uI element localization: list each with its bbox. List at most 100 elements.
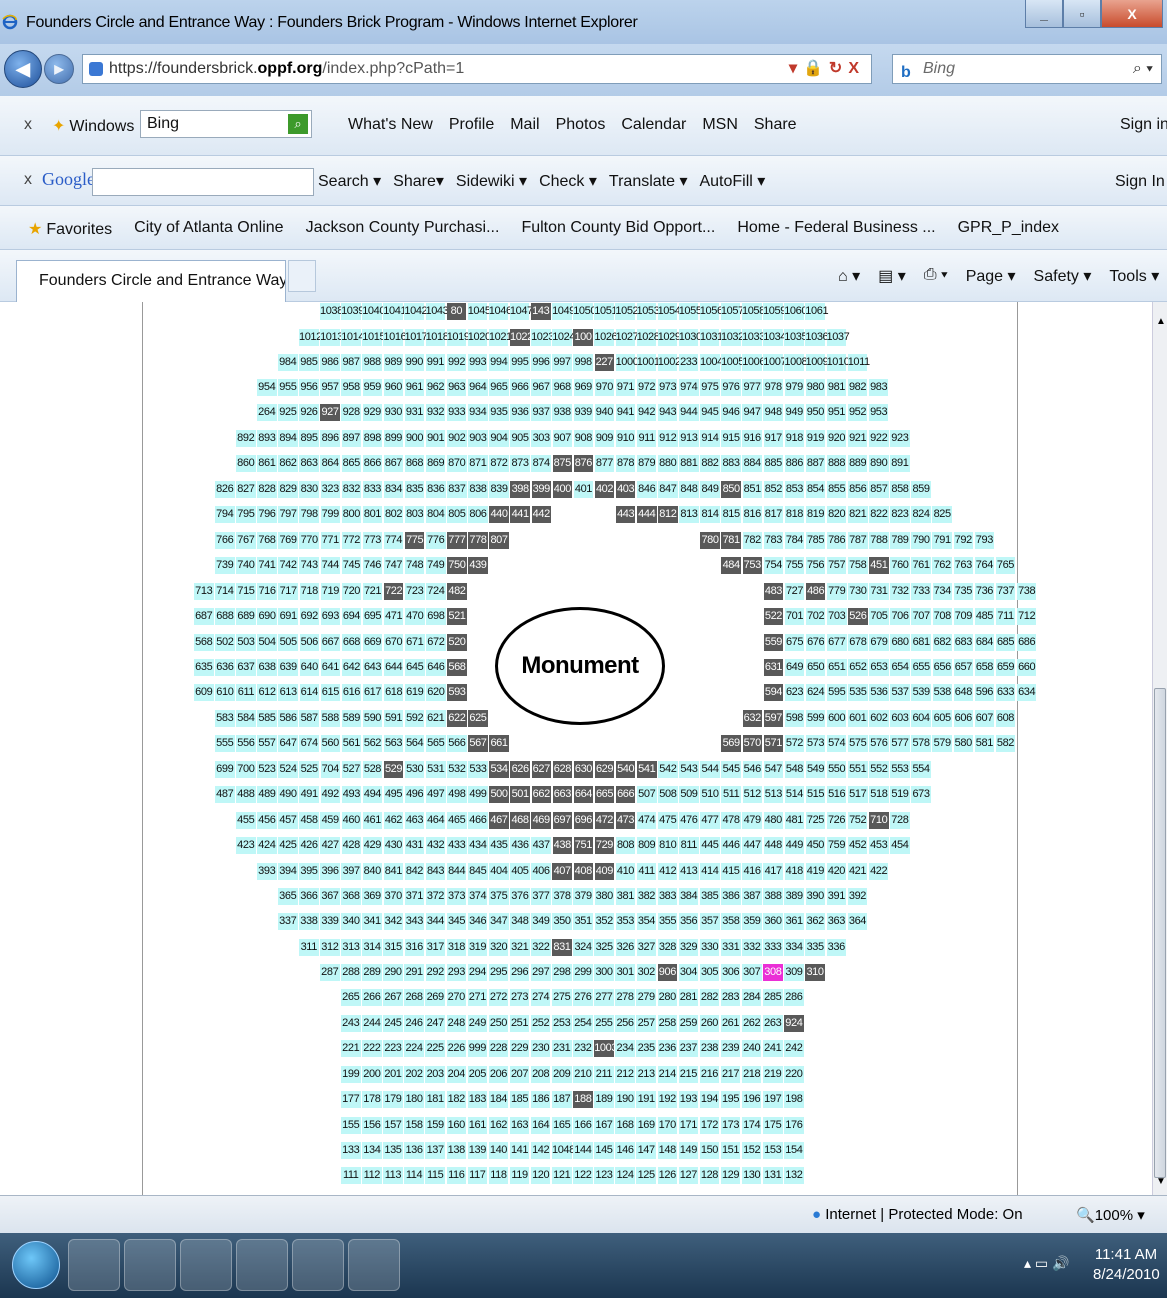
brick-560[interactable]: 560 bbox=[320, 735, 340, 752]
brick-217[interactable]: 217 bbox=[720, 1066, 741, 1083]
brick-314[interactable]: 314 bbox=[362, 939, 382, 956]
brick-283[interactable]: 283 bbox=[720, 989, 741, 1006]
brick-930[interactable]: 930 bbox=[383, 404, 404, 421]
home-icon[interactable]: ⌂ ▾ bbox=[838, 266, 860, 286]
brick-864[interactable]: 864 bbox=[320, 455, 340, 472]
brick-754[interactable]: 754 bbox=[763, 557, 784, 574]
brick-736[interactable]: 736 bbox=[974, 583, 995, 600]
brick-902[interactable]: 902 bbox=[447, 430, 467, 447]
brick-160[interactable]: 160 bbox=[446, 1117, 466, 1134]
brick-275[interactable]: 275 bbox=[552, 989, 572, 1006]
brick-535[interactable]: 535 bbox=[848, 684, 868, 701]
brick-512[interactable]: 512 bbox=[742, 786, 762, 803]
brick-879[interactable]: 879 bbox=[636, 455, 657, 472]
brick-442[interactable]: 442 bbox=[531, 506, 551, 523]
brick-498[interactable]: 498 bbox=[447, 786, 467, 803]
brick-958[interactable]: 958 bbox=[341, 379, 361, 396]
brick-991[interactable]: 991 bbox=[425, 354, 446, 371]
brick-757[interactable]: 757 bbox=[826, 557, 847, 574]
brick-681[interactable]: 681 bbox=[911, 634, 931, 651]
brick-197[interactable]: 197 bbox=[763, 1091, 783, 1108]
brick-255[interactable]: 255 bbox=[594, 1015, 614, 1032]
brick-1015[interactable]: 1015 bbox=[362, 329, 386, 346]
brick-295[interactable]: 295 bbox=[488, 964, 509, 981]
brick-908[interactable]: 908 bbox=[573, 430, 594, 447]
new-tab-button[interactable] bbox=[288, 260, 316, 292]
brick-853[interactable]: 853 bbox=[784, 481, 805, 498]
brick-556[interactable]: 556 bbox=[236, 735, 256, 752]
brick-1001[interactable]: 1001 bbox=[636, 354, 660, 371]
brick-288[interactable]: 288 bbox=[341, 964, 361, 981]
brick-884[interactable]: 884 bbox=[742, 455, 762, 472]
brick-329[interactable]: 329 bbox=[678, 939, 699, 956]
brick-898[interactable]: 898 bbox=[362, 430, 383, 447]
brick-272[interactable]: 272 bbox=[488, 989, 509, 1006]
brick-578[interactable]: 578 bbox=[911, 735, 931, 752]
brick-445[interactable]: 445 bbox=[700, 837, 720, 854]
brick-1021[interactable]: 1021 bbox=[488, 329, 512, 346]
brick-684[interactable]: 684 bbox=[974, 634, 995, 651]
brick-449[interactable]: 449 bbox=[784, 837, 805, 854]
brick-180[interactable]: 180 bbox=[404, 1091, 424, 1108]
brick-668[interactable]: 668 bbox=[341, 634, 362, 651]
brick-423[interactable]: 423 bbox=[236, 837, 256, 854]
brick-144[interactable]: 144 bbox=[573, 1142, 593, 1159]
brick-732[interactable]: 732 bbox=[890, 583, 910, 600]
brick-907[interactable]: 907 bbox=[552, 430, 572, 447]
brick-370[interactable]: 370 bbox=[383, 888, 403, 905]
brick-149[interactable]: 149 bbox=[678, 1142, 699, 1159]
google-autofill-button[interactable]: AutoFill ▾ bbox=[699, 171, 765, 191]
google-share-button[interactable]: Share▾ bbox=[393, 171, 444, 191]
brick-674[interactable]: 674 bbox=[299, 735, 319, 752]
brick-786[interactable]: 786 bbox=[826, 532, 847, 549]
brick-1059[interactable]: 1059 bbox=[763, 303, 786, 320]
brick-515[interactable]: 515 bbox=[805, 786, 826, 803]
brick-128[interactable]: 128 bbox=[699, 1167, 720, 1184]
brick-429[interactable]: 429 bbox=[362, 837, 383, 854]
brick-391[interactable]: 391 bbox=[826, 888, 847, 905]
brick-248[interactable]: 248 bbox=[446, 1015, 466, 1032]
brick-281[interactable]: 281 bbox=[678, 989, 699, 1006]
brick-1010[interactable]: 1010 bbox=[826, 354, 850, 371]
brick-372[interactable]: 372 bbox=[425, 888, 446, 905]
brick-620[interactable]: 620 bbox=[426, 684, 446, 701]
brick-717[interactable]: 717 bbox=[278, 583, 298, 600]
brick-143[interactable]: 143 bbox=[531, 303, 551, 320]
brick-279[interactable]: 279 bbox=[636, 989, 656, 1006]
brick-624[interactable]: 624 bbox=[805, 684, 826, 701]
brick-229[interactable]: 229 bbox=[509, 1040, 530, 1057]
brick-627[interactable]: 627 bbox=[531, 761, 551, 778]
brick-469[interactable]: 469 bbox=[531, 812, 551, 829]
brick-936[interactable]: 936 bbox=[510, 404, 530, 421]
brick-987[interactable]: 987 bbox=[341, 354, 361, 371]
brick-317[interactable]: 317 bbox=[425, 939, 446, 956]
brick-1061[interactable]: 1061 bbox=[805, 303, 829, 320]
brick-521[interactable]: 521 bbox=[447, 608, 467, 625]
brick-394[interactable]: 394 bbox=[278, 863, 298, 880]
brick-725[interactable]: 725 bbox=[805, 812, 826, 829]
brick-727[interactable]: 727 bbox=[784, 583, 805, 600]
brick-350[interactable]: 350 bbox=[552, 913, 572, 930]
brick-379[interactable]: 379 bbox=[573, 888, 593, 905]
brick-1035[interactable]: 1035 bbox=[784, 329, 808, 346]
brick-981[interactable]: 981 bbox=[826, 379, 847, 396]
live-menu-profile[interactable]: Profile bbox=[449, 116, 494, 134]
brick-465[interactable]: 465 bbox=[447, 812, 467, 829]
favorite-jackson-county[interactable]: Jackson County Purchasi... bbox=[306, 219, 500, 239]
brick-496[interactable]: 496 bbox=[404, 786, 425, 803]
brick-416[interactable]: 416 bbox=[742, 863, 762, 880]
brick-1058[interactable]: 1058 bbox=[742, 303, 765, 320]
brick-815[interactable]: 815 bbox=[721, 506, 741, 523]
brick-1009[interactable]: 1009 bbox=[805, 354, 829, 371]
brick-622[interactable]: 622 bbox=[447, 710, 467, 727]
brick-742[interactable]: 742 bbox=[278, 557, 298, 574]
brick-300[interactable]: 300 bbox=[594, 964, 614, 981]
brick-342[interactable]: 342 bbox=[383, 913, 403, 930]
brick-978[interactable]: 978 bbox=[763, 379, 783, 396]
google-sign-in[interactable]: Sign In ▾ bbox=[1115, 171, 1167, 191]
brick-636[interactable]: 636 bbox=[215, 659, 235, 676]
brick-789[interactable]: 789 bbox=[890, 532, 910, 549]
brick-1033[interactable]: 1033 bbox=[742, 329, 765, 346]
brick-749[interactable]: 749 bbox=[426, 557, 446, 574]
brick-861[interactable]: 861 bbox=[257, 455, 277, 472]
